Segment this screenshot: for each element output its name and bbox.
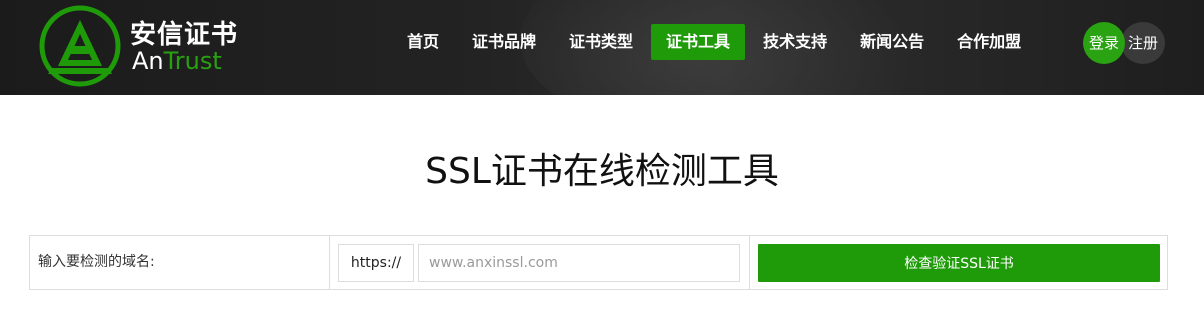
check-action-cell: 检查验证SSL证书 <box>750 236 1167 289</box>
brand-name-en-trust: Trust <box>163 47 222 75</box>
domain-input-group: https:// <box>330 236 750 289</box>
site-logo[interactable]: 安信证书 AnTrust <box>38 4 258 88</box>
nav-item-partnership[interactable]: 合作加盟 <box>942 24 1036 60</box>
nav-item-news[interactable]: 新闻公告 <box>845 24 939 60</box>
protocol-select[interactable]: https:// <box>338 244 414 282</box>
domain-label: 输入要检测的域名: <box>30 236 330 289</box>
main-nav: 首页 证书品牌 证书类型 证书工具 技术支持 新闻公告 合作加盟 <box>392 24 1039 60</box>
register-button[interactable]: 注册 <box>1121 22 1165 64</box>
nav-item-tech-support[interactable]: 技术支持 <box>748 24 842 60</box>
antrust-logo-icon <box>39 5 121 87</box>
nav-item-cert-types[interactable]: 证书类型 <box>554 24 648 60</box>
site-header: 安信证书 AnTrust 首页 证书品牌 证书类型 证书工具 技术支持 新闻公告… <box>0 0 1204 95</box>
nav-item-cert-brands[interactable]: 证书品牌 <box>457 24 551 60</box>
brand-name-cn: 安信证书 <box>130 20 239 50</box>
brand-name-en: AnTrust <box>132 47 222 75</box>
check-ssl-button[interactable]: 检查验证SSL证书 <box>758 244 1160 282</box>
nav-item-cert-tools[interactable]: 证书工具 <box>651 24 746 60</box>
nav-item-home[interactable]: 首页 <box>392 24 454 60</box>
ssl-check-form: 输入要检测的域名: https:// 检查验证SSL证书 <box>29 235 1168 290</box>
page-title: SSL证书在线检测工具 <box>425 151 779 192</box>
domain-input[interactable] <box>418 244 740 282</box>
brand-name-en-an: An <box>132 47 164 75</box>
login-button[interactable]: 登录 <box>1083 22 1125 64</box>
